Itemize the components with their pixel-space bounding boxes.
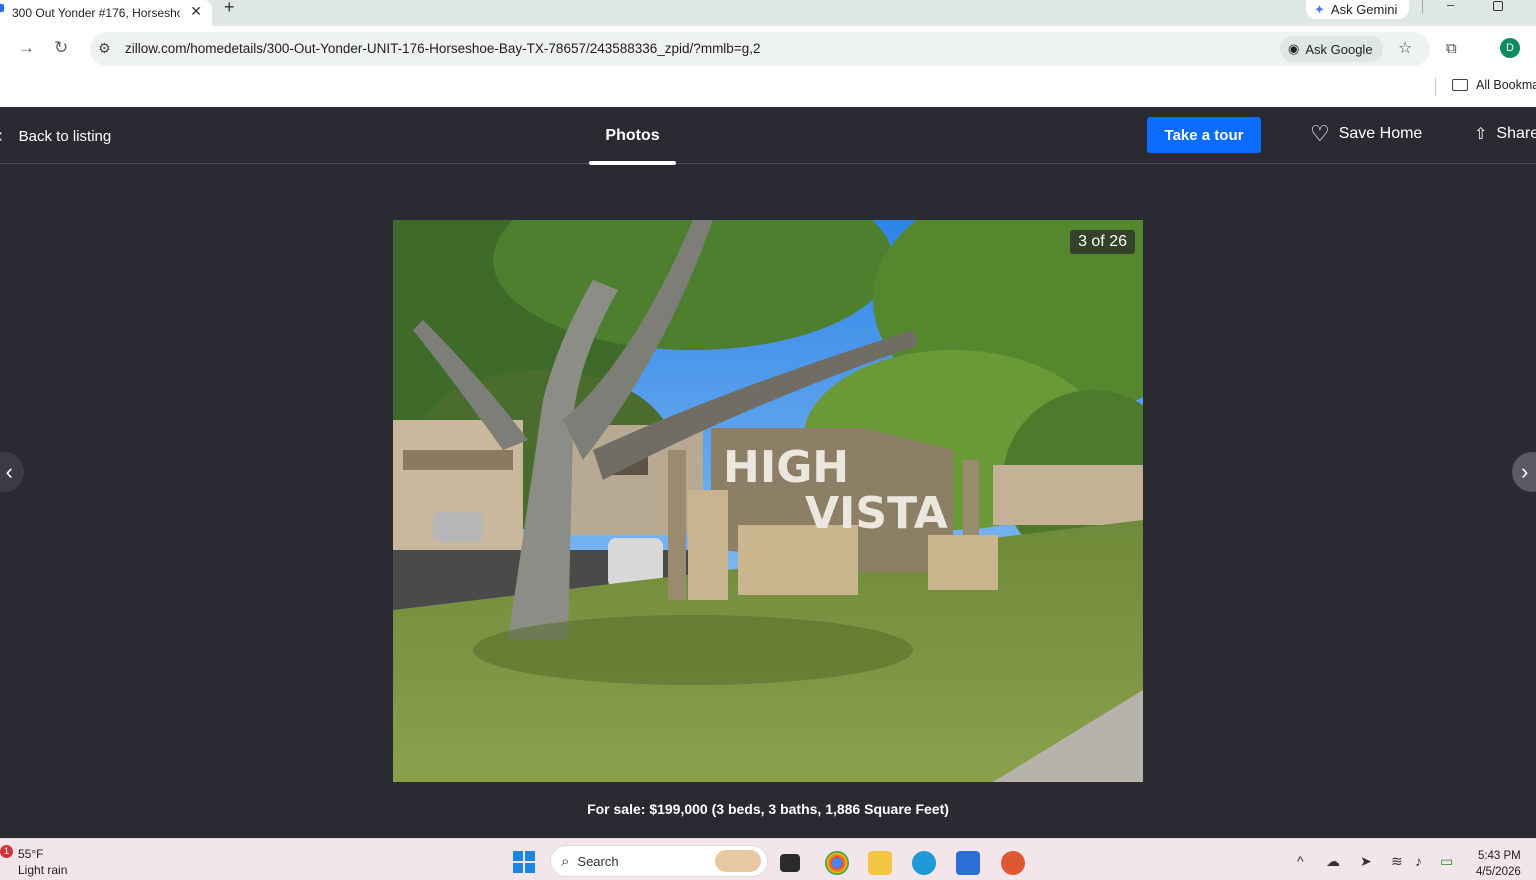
- search-placeholder: Search: [577, 853, 619, 869]
- wifi-icon[interactable]: ≋: [1391, 853, 1403, 870]
- share-icon: ⇧: [1474, 126, 1488, 143]
- show-hidden-icons-icon[interactable]: ^: [1297, 853, 1304, 869]
- photo-counter: 3 of 26: [1070, 230, 1135, 254]
- folder-icon: [1452, 79, 1468, 91]
- minimize-window-icon[interactable]: –: [1447, 0, 1454, 11]
- site-settings-icon[interactable]: ⚙: [98, 40, 111, 57]
- take-a-tour-button[interactable]: Take a tour: [1147, 117, 1261, 153]
- listing-photo[interactable]: HIGH VISTA 3 of 26: [393, 220, 1143, 782]
- clock-time: 5:43 PM: [1477, 850, 1521, 862]
- reload-icon[interactable]: ↻: [54, 38, 68, 58]
- share-label: Share: [1496, 125, 1536, 142]
- close-tab-icon[interactable]: ✕: [190, 3, 202, 20]
- address-bar[interactable]: ⚙ zillow.com/homedetails/300-Out-Yonder-…: [90, 32, 1430, 66]
- share-button[interactable]: ⇧ Share: [1474, 124, 1536, 144]
- search-icon: ⌕: [561, 852, 570, 870]
- listing-caption: For sale: $199,000 (3 beds, 3 baths, 1,8…: [587, 801, 949, 817]
- edge-icon[interactable]: [912, 851, 936, 875]
- windows-taskbar: 1 55°F Light rain ⌕ Search ^ ☁ ➤ ≋ ♪ ▭ 5…: [0, 838, 1536, 880]
- task-view-icon[interactable]: [780, 854, 800, 872]
- clock-date: 4/5/2026: [1476, 866, 1521, 878]
- gemini-sparkle-icon: ✦: [1314, 1, 1325, 17]
- weather-condition: Light rain: [18, 863, 68, 877]
- chevron-left-icon: ‹: [5, 459, 13, 484]
- bookmark-star-icon[interactable]: ☆: [1398, 38, 1412, 58]
- previous-photo-button[interactable]: ‹: [0, 452, 24, 492]
- ask-google-button[interactable]: ◉ Ask Google: [1280, 36, 1383, 62]
- duckduckgo-icon[interactable]: [1001, 851, 1025, 875]
- weather-alert-badge: 1: [0, 845, 13, 858]
- profile-avatar[interactable]: D: [1500, 38, 1520, 58]
- microsoft-store-icon[interactable]: [956, 851, 980, 875]
- sign-line-2: VISTA: [805, 488, 948, 539]
- file-explorer-icon[interactable]: [868, 851, 892, 875]
- onedrive-icon[interactable]: ☁: [1326, 853, 1340, 870]
- window-controls-divider: [1422, 0, 1423, 14]
- tab-search-icon[interactable]: ⧉: [1446, 40, 1457, 57]
- ask-gemini-label: Ask Gemini: [1330, 2, 1398, 17]
- windows-start-icon[interactable]: [513, 851, 535, 873]
- bookmarks-divider: [1435, 78, 1436, 96]
- zillow-favicon-icon: [0, 4, 4, 12]
- system-clock[interactable]: 5:43 PM 4/5/2026: [1476, 848, 1521, 880]
- chrome-icon[interactable]: [825, 851, 849, 875]
- chevron-right-icon: ›: [1521, 459, 1529, 484]
- tab-photos[interactable]: Photos: [589, 107, 676, 165]
- next-photo-button[interactable]: ›: [1512, 452, 1536, 492]
- restore-window-icon[interactable]: [1493, 1, 1503, 11]
- bookmarks-bar: All Bookmarks: [0, 72, 1536, 107]
- heart-icon: ♡: [1310, 121, 1330, 146]
- all-bookmarks-label: All Bookmarks: [1476, 78, 1536, 92]
- taskbar-search-box[interactable]: ⌕ Search: [550, 845, 768, 877]
- ask-gemini-button[interactable]: ✦ Ask Gemini: [1306, 0, 1410, 19]
- google-lens-icon: ◉: [1288, 41, 1300, 56]
- browser-toolbar: → ↻ ⚙ zillow.com/homedetails/300-Out-Yon…: [0, 26, 1536, 72]
- photos-tab-label: Photos: [605, 126, 660, 144]
- search-highlight-image: [715, 850, 761, 872]
- back-to-listing-label: Back to listing: [18, 128, 112, 145]
- viewer-header: ‹ Back to listing Photos Take a tour ♡ S…: [0, 107, 1536, 165]
- browser-tab[interactable]: 300 Out Yonder #176, Horseshoe Bay ✕: [0, 0, 212, 26]
- save-home-label: Save Home: [1338, 125, 1423, 142]
- chevron-left-icon: ‹: [0, 125, 3, 148]
- battery-icon[interactable]: ▭: [1440, 853, 1453, 870]
- url-text[interactable]: zillow.com/homedetails/300-Out-Yonder-UN…: [125, 41, 760, 56]
- active-tab-indicator: [589, 161, 676, 165]
- tab-strip: 300 Out Yonder #176, Horseshoe Bay ✕ + ✦…: [0, 0, 1536, 26]
- photo-illustration: HIGH VISTA: [393, 220, 1143, 782]
- location-icon[interactable]: ➤: [1360, 853, 1372, 870]
- new-tab-button[interactable]: +: [224, 0, 235, 16]
- ask-google-label: Ask Google: [1305, 41, 1373, 57]
- photo-viewer: ‹ Back to listing Photos Take a tour ♡ S…: [0, 107, 1536, 838]
- tab-title: 300 Out Yonder #176, Horseshoe Bay: [12, 6, 180, 20]
- weather-temperature: 55°F: [18, 847, 44, 861]
- all-bookmarks-button[interactable]: All Bookmarks: [1452, 78, 1536, 92]
- forward-arrow-icon[interactable]: →: [18, 38, 35, 58]
- volume-icon[interactable]: ♪: [1415, 853, 1422, 869]
- sign-line-1: HIGH: [723, 442, 849, 493]
- save-home-button[interactable]: ♡ Save Home: [1310, 121, 1423, 146]
- back-to-listing-link[interactable]: ‹ Back to listing: [0, 125, 111, 148]
